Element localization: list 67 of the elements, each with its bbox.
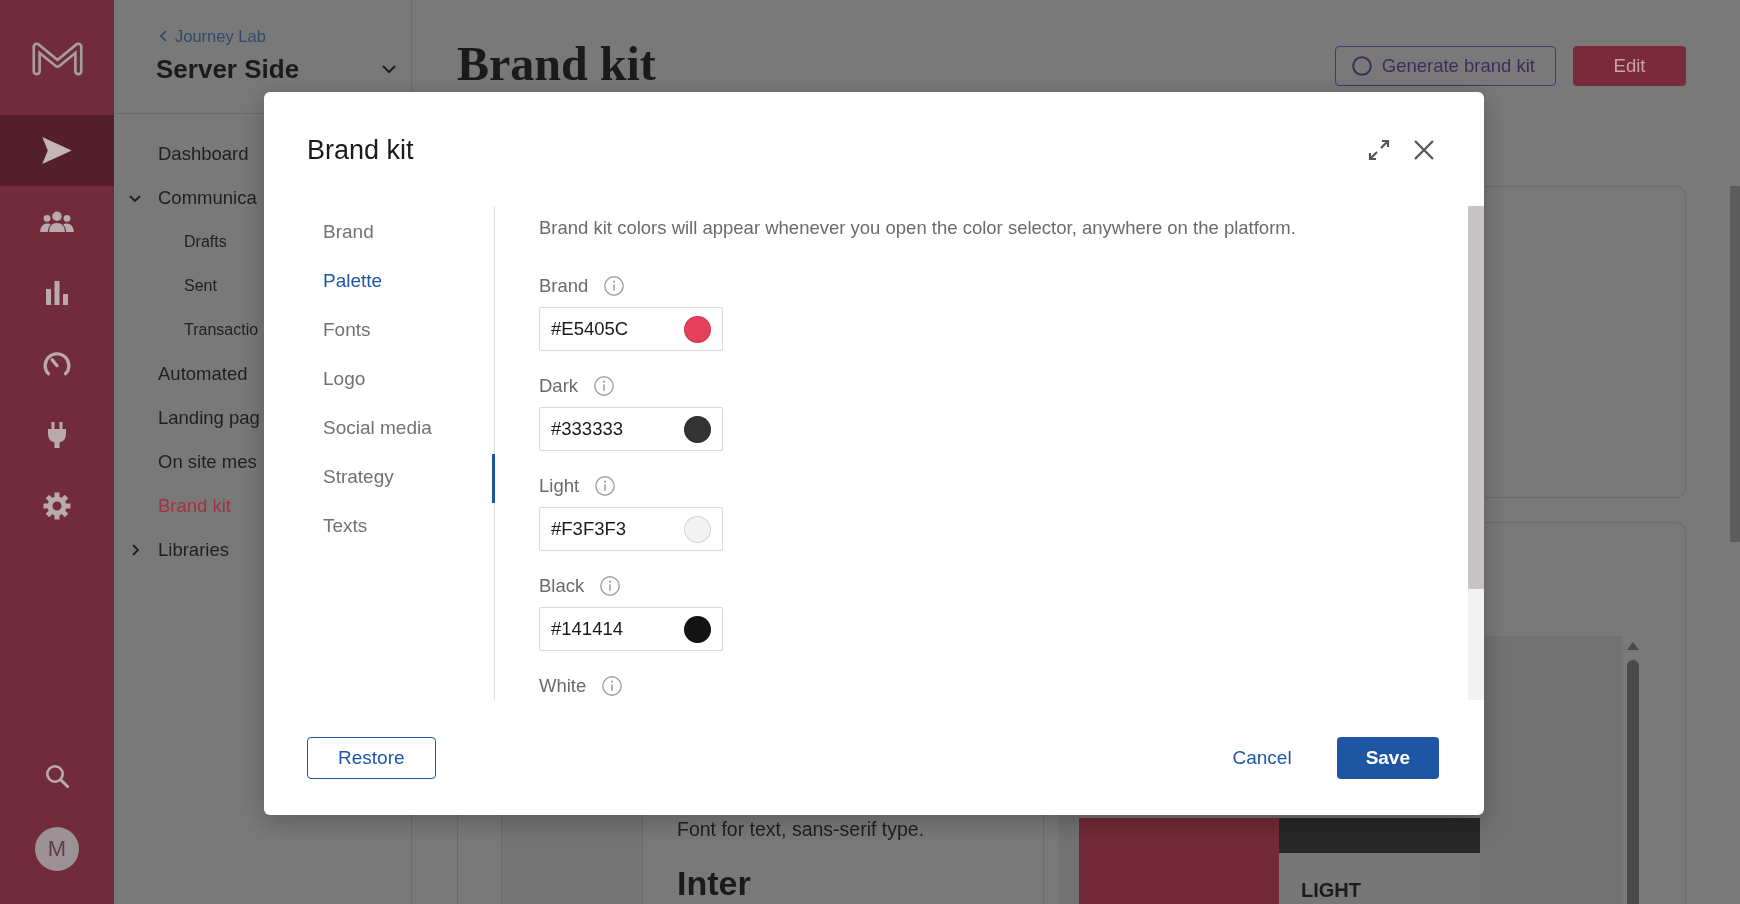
- chevron-down-icon[interactable]: [129, 194, 141, 202]
- sidebar-nav-item[interactable]: Libraries: [158, 538, 229, 562]
- swatch-label: LIGHT: [1301, 878, 1361, 902]
- restore-button[interactable]: Restore: [307, 736, 436, 779]
- user-avatar[interactable]: M: [35, 827, 79, 871]
- scrollbar-thumb[interactable]: [1627, 660, 1639, 904]
- send-icon: [42, 137, 72, 164]
- scrollbar-thumb[interactable]: [1468, 206, 1484, 589]
- expand-icon[interactable]: [1367, 138, 1391, 162]
- palette-description: Brand kit colors will appear whenever you open the color selector, anywhere on the platform.: [539, 216, 1297, 240]
- sidebar-sub-item[interactable]: Drafts: [184, 230, 227, 254]
- sidebar-nav-item[interactable]: Dashboard: [158, 142, 249, 166]
- scrollbar-thumb[interactable]: [1730, 186, 1740, 542]
- page-title: Brand kit: [457, 39, 656, 89]
- color-swatch-icon[interactable]: [684, 315, 711, 343]
- people-icon: [40, 211, 74, 232]
- sidebar-sub-item[interactable]: Sent: [184, 274, 217, 298]
- sidebar-sub-item[interactable]: Transactio: [184, 318, 259, 342]
- edit-button[interactable]: Edit: [1573, 46, 1686, 86]
- color-label: Dark: [539, 375, 579, 397]
- color-label: Black: [539, 575, 585, 597]
- dialog-nav-item[interactable]: Strategy: [323, 465, 394, 489]
- chevron-right-icon[interactable]: [131, 544, 139, 556]
- save-button[interactable]: Save: [1336, 736, 1439, 779]
- ring-icon: [1351, 56, 1372, 76]
- hex-color-field[interactable]: #F3F3F3: [539, 507, 723, 551]
- info-icon[interactable]: [600, 576, 621, 596]
- sidebar-nav-item[interactable]: On site mes: [158, 450, 257, 474]
- chevron-left-icon: [160, 30, 167, 42]
- rail-nav-button[interactable]: [0, 115, 114, 186]
- dialog-nav-item[interactable]: Texts: [323, 514, 368, 538]
- color-swatch-icon[interactable]: [684, 615, 711, 643]
- dialog-nav-item[interactable]: Brand: [323, 220, 374, 244]
- font-description: Font for text, sans-serif type.: [677, 817, 925, 841]
- cancel-button[interactable]: Cancel: [1232, 745, 1292, 770]
- project-title: Server Side: [156, 54, 300, 84]
- sidebar-nav-item[interactable]: Communica: [158, 186, 257, 210]
- gauge-icon: [43, 351, 71, 376]
- dialog-nav-item[interactable]: Fonts: [323, 318, 371, 342]
- gear-icon: [43, 491, 71, 520]
- dialog-title: Brand kit: [307, 134, 414, 167]
- info-icon[interactable]: [595, 476, 616, 496]
- dialog-nav-item[interactable]: Social media: [323, 416, 432, 440]
- color-label: White: [539, 675, 587, 697]
- info-icon[interactable]: [604, 276, 625, 296]
- generate-button[interactable]: Generate brand kit: [1334, 46, 1556, 86]
- bar-chart-icon: [46, 280, 68, 305]
- sidebar-nav-item[interactable]: Landing pag: [158, 406, 260, 430]
- color-label: Brand: [539, 275, 589, 297]
- close-icon[interactable]: [1413, 139, 1435, 161]
- scroll-position-indicator: [492, 454, 495, 503]
- color-swatch-icon[interactable]: [684, 515, 711, 543]
- plug-icon: [48, 421, 66, 448]
- info-icon[interactable]: [602, 676, 623, 696]
- chevron-down-icon[interactable]: [382, 64, 396, 74]
- info-icon[interactable]: [594, 376, 615, 396]
- hex-color-field[interactable]: #333333: [539, 407, 723, 451]
- hex-color-field[interactable]: #E5405C: [539, 307, 723, 351]
- dialog-nav-item[interactable]: Logo: [323, 367, 366, 391]
- hex-color-field[interactable]: #141414: [539, 607, 723, 651]
- search-icon: [45, 764, 69, 788]
- color-swatch-icon[interactable]: [684, 415, 711, 443]
- sidebar-nav-item[interactable]: Automated: [158, 362, 248, 386]
- color-label: Light: [539, 475, 580, 497]
- dialog-nav-item[interactable]: Palette: [323, 269, 383, 293]
- scroll-up-arrow-icon[interactable]: [1627, 642, 1639, 650]
- font-name: Inter: [677, 863, 751, 904]
